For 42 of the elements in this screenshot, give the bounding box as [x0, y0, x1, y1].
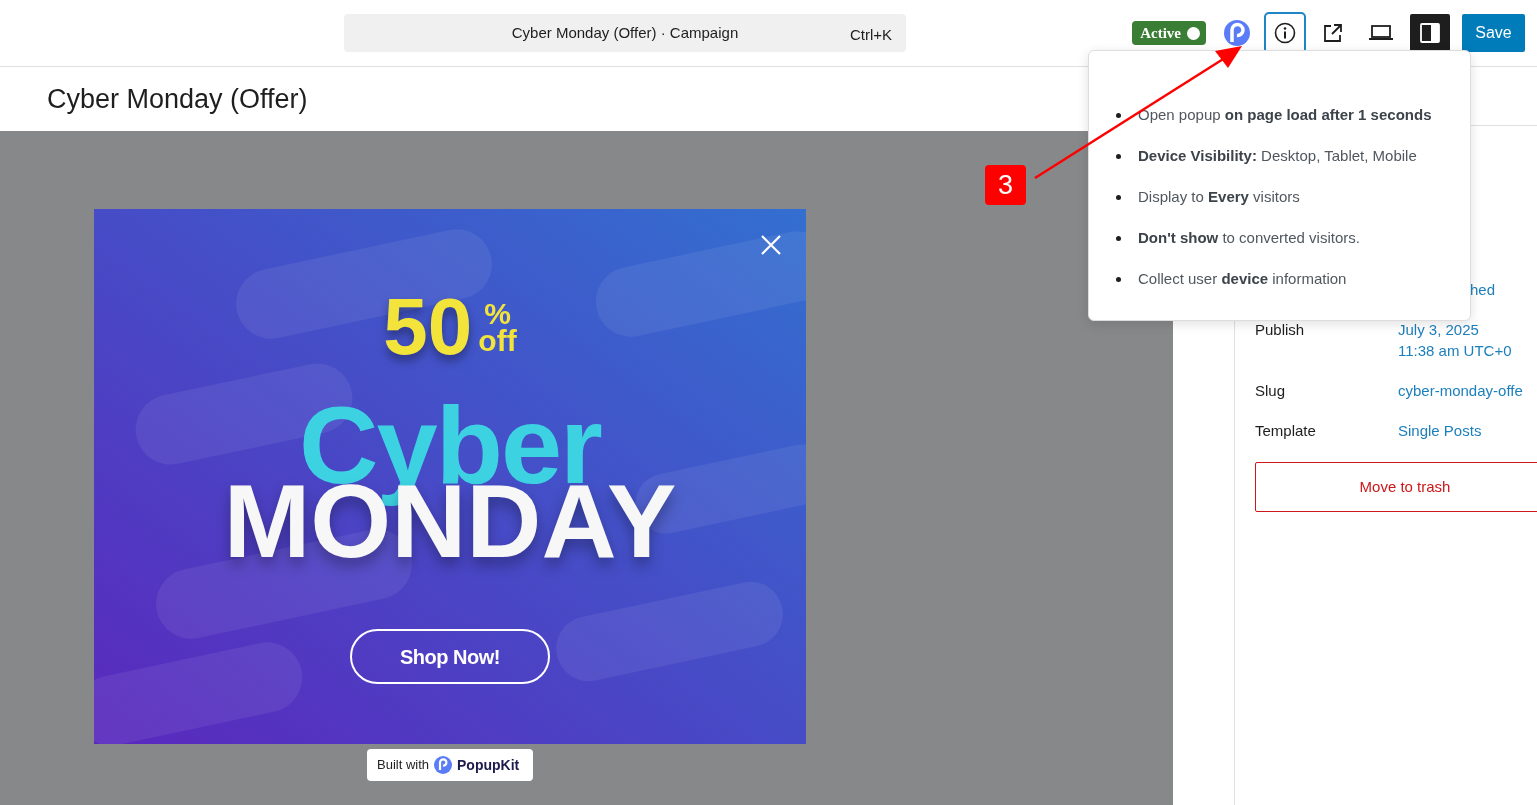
logo-icon	[1223, 19, 1251, 47]
external-link-icon	[1322, 22, 1344, 44]
sidebar-button[interactable]	[1410, 14, 1450, 52]
percent-sign: %	[484, 300, 511, 327]
logo-icon	[434, 756, 453, 774]
bullet-icon	[1116, 154, 1121, 159]
laptop-icon	[1368, 24, 1394, 42]
branding-text: Built with	[377, 756, 430, 775]
command-bar[interactable]: Cyber Monday (Offer) · Campaign Ctrl+K	[344, 14, 906, 52]
field-value-link[interactable]: cyber-monday-offe	[1398, 382, 1523, 399]
bullet-icon	[1116, 277, 1121, 282]
close-icon[interactable]	[760, 234, 782, 256]
field-value-link[interactable]: Single Posts	[1398, 422, 1482, 439]
info-item: Collect user device information	[1138, 269, 1347, 290]
move-to-trash-button[interactable]: Move to trash	[1255, 462, 1537, 512]
field-value-link[interactable]: July 3, 2025	[1398, 321, 1479, 338]
bullet-icon	[1116, 236, 1121, 241]
command-bar-title: Cyber Monday (Offer) · Campaign	[511, 22, 739, 43]
info-item: Don't show to converted visitors.	[1138, 228, 1360, 249]
info-item: Open popup on page load after 1 seconds	[1138, 105, 1432, 126]
bullet-icon	[1116, 195, 1121, 200]
discount-number: 50	[383, 287, 473, 367]
info-item: Device Visibility: Desktop, Tablet, Mobile	[1138, 146, 1417, 167]
info-button[interactable]	[1266, 14, 1304, 52]
active-toggle[interactable]: Active	[1132, 21, 1206, 45]
off-label: off	[478, 327, 517, 354]
field-label: Publish	[1255, 321, 1305, 338]
info-icon	[1274, 22, 1296, 44]
field-value-link[interactable]: 11:38 am UTC+0	[1398, 342, 1512, 359]
step-badge: 3	[985, 165, 1026, 205]
page-title: Cyber Monday (Offer)	[47, 82, 308, 116]
shop-now-button[interactable]: Shop Now!	[350, 629, 550, 684]
sidebar-icon	[1419, 22, 1441, 44]
field-value-link[interactable]: hed	[1470, 281, 1496, 298]
brand-name: PopupKit	[457, 755, 520, 775]
bullet-icon	[1116, 113, 1121, 118]
field-label: Slug	[1255, 382, 1286, 399]
shortcut-hint: Ctrl+K	[849, 25, 892, 45]
branding-badge[interactable]: Built with PopupKit	[367, 749, 533, 781]
info-item: Display to Every visitors	[1138, 187, 1300, 208]
field-label: Template	[1255, 422, 1316, 439]
save-button[interactable]: Save	[1462, 14, 1525, 52]
